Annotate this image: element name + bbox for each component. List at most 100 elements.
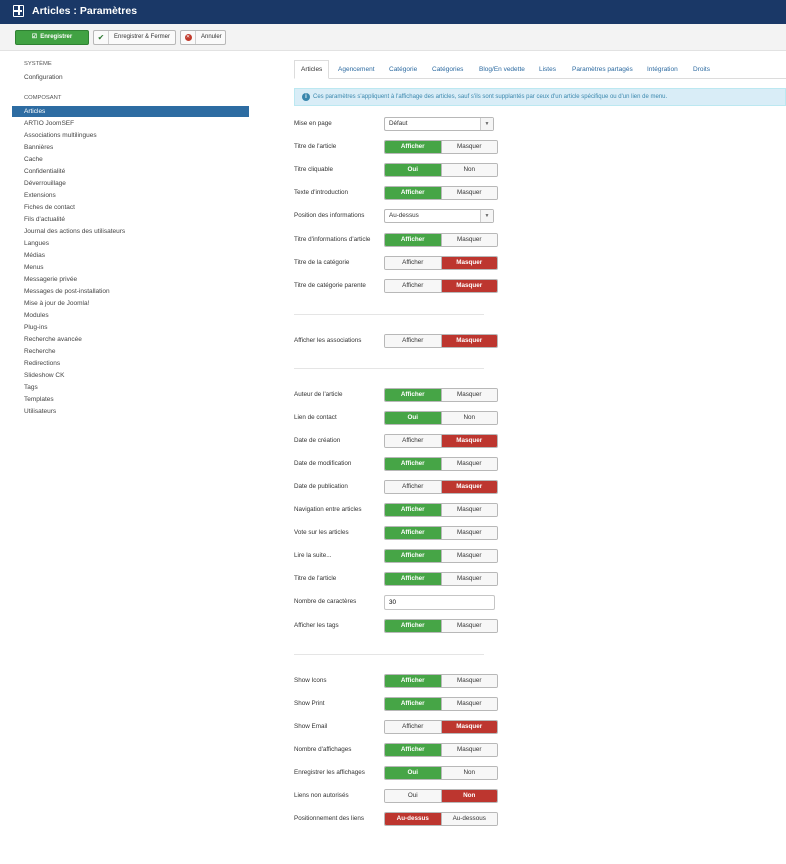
modify-date-option-off[interactable]: Masquer <box>440 458 497 470</box>
associations-option-off[interactable]: Masquer <box>440 335 497 347</box>
intro-option-off[interactable]: Masquer <box>440 187 497 199</box>
category-title-option-off[interactable]: Masquer <box>440 257 497 269</box>
sidebar-item-confidentialite[interactable]: Confidentialité <box>12 166 249 177</box>
print-option-off[interactable]: Masquer <box>440 698 497 710</box>
tags-option-off[interactable]: Masquer <box>440 620 497 632</box>
sidebar-item-modules[interactable]: Modules <box>12 310 249 321</box>
intro-option-on[interactable]: Afficher <box>385 187 441 199</box>
sidebar-item-redirections[interactable]: Redirections <box>12 358 249 369</box>
tab-agencement[interactable]: Agencement <box>338 60 375 79</box>
sidebar-item-messages-de-post-installation[interactable]: Messages de post-installation <box>12 286 249 297</box>
tab-categorie[interactable]: Catégorie <box>389 60 417 79</box>
title-option-off[interactable]: Masquer <box>440 141 497 153</box>
record-hits-option-off[interactable]: Non <box>440 767 497 779</box>
sidebar-item-recherche-avancee[interactable]: Recherche avancée <box>12 334 249 345</box>
publish-date-option-off[interactable]: Masquer <box>440 481 497 493</box>
layout-select[interactable]: Défaut ▼ <box>384 117 494 131</box>
tab-blog[interactable]: Blog/En vedette <box>479 60 525 79</box>
sidebar-item-fils-d-actualite[interactable]: Fils d'actualité <box>12 214 249 225</box>
info-title-option-on[interactable]: Afficher <box>385 234 441 246</box>
sidebar-item-fiches-de-contact[interactable]: Fiches de contact <box>12 202 249 213</box>
vote-option-on[interactable]: Afficher <box>385 527 441 539</box>
print-option-on[interactable]: Afficher <box>385 698 441 710</box>
tab-articles[interactable]: Articles <box>294 60 330 79</box>
sidebar-item-menus[interactable]: Menus <box>12 262 249 273</box>
sidebar-item-articles[interactable]: Articles <box>12 106 249 117</box>
sidebar-item-templates[interactable]: Templates <box>12 394 249 405</box>
sidebar-item-artio-joomsef[interactable]: ARTIO JoomSEF <box>12 118 249 129</box>
hits-option-off[interactable]: Masquer <box>440 744 497 756</box>
hits-toggle[interactable]: Afficher Masquer <box>384 743 498 757</box>
navigation-option-off[interactable]: Masquer <box>440 504 497 516</box>
unauth-links-option-on[interactable]: Oui <box>385 790 441 802</box>
modify-date-option-on[interactable]: Afficher <box>385 458 441 470</box>
unauth-links-toggle[interactable]: Oui Non <box>384 789 498 803</box>
urls-position-toggle[interactable]: Au-dessus Au-dessous <box>384 812 498 826</box>
create-date-toggle[interactable]: Afficher Masquer <box>384 434 498 448</box>
navigation-toggle[interactable]: Afficher Masquer <box>384 503 498 517</box>
sidebar-item-tags[interactable]: Tags <box>12 382 249 393</box>
unauth-links-option-off[interactable]: Non <box>440 790 497 802</box>
category-title-toggle[interactable]: Afficher Masquer <box>384 256 498 270</box>
tab-droits[interactable]: Droits <box>693 60 710 79</box>
publish-date-option-on[interactable]: Afficher <box>385 481 441 493</box>
publish-date-toggle[interactable]: Afficher Masquer <box>384 480 498 494</box>
info-position-select[interactable]: Au-dessus ▼ <box>384 209 494 223</box>
save-button[interactable]: ☑ Enregistrer <box>15 30 89 45</box>
readmore-option-off[interactable]: Masquer <box>440 550 497 562</box>
sidebar-item-mise-a-jour-de-joomla[interactable]: Mise à jour de Joomla! <box>12 298 249 309</box>
urls-position-option-on[interactable]: Au-dessus <box>385 813 441 825</box>
title-option-on[interactable]: Afficher <box>385 141 441 153</box>
author-option-off[interactable]: Masquer <box>440 389 497 401</box>
navigation-option-on[interactable]: Afficher <box>385 504 441 516</box>
readmore-title-toggle[interactable]: Afficher Masquer <box>384 572 498 586</box>
info-title-option-off[interactable]: Masquer <box>440 234 497 246</box>
title-toggle[interactable]: Afficher Masquer <box>384 140 498 154</box>
readmore-title-option-on[interactable]: Afficher <box>385 573 441 585</box>
vote-option-off[interactable]: Masquer <box>440 527 497 539</box>
icons-option-on[interactable]: Afficher <box>385 675 441 687</box>
sidebar-item-deverrouillage[interactable]: Déverrouillage <box>12 178 249 189</box>
modify-date-toggle[interactable]: Afficher Masquer <box>384 457 498 471</box>
vote-toggle[interactable]: Afficher Masquer <box>384 526 498 540</box>
readmore-option-on[interactable]: Afficher <box>385 550 441 562</box>
hits-option-on[interactable]: Afficher <box>385 744 441 756</box>
linked-title-option-on[interactable]: Oui <box>385 164 441 176</box>
tags-option-on[interactable]: Afficher <box>385 620 441 632</box>
info-title-toggle[interactable]: Afficher Masquer <box>384 233 498 247</box>
urls-position-option-off[interactable]: Au-dessous <box>440 813 497 825</box>
email-option-off[interactable]: Masquer <box>440 721 497 733</box>
tab-integration[interactable]: Intégration <box>647 60 678 79</box>
sidebar-item-plug-ins[interactable]: Plug-ins <box>12 322 249 333</box>
associations-toggle[interactable]: Afficher Masquer <box>384 334 498 348</box>
parent-title-option-off[interactable]: Masquer <box>440 280 497 292</box>
print-toggle[interactable]: Afficher Masquer <box>384 697 498 711</box>
category-title-option-on[interactable]: Afficher <box>385 257 441 269</box>
tab-shared[interactable]: Paramètres partagés <box>572 60 633 79</box>
sidebar-item-cache[interactable]: Cache <box>12 154 249 165</box>
record-hits-toggle[interactable]: Oui Non <box>384 766 498 780</box>
readmore-title-option-off[interactable]: Masquer <box>440 573 497 585</box>
char-count-input[interactable] <box>384 595 495 610</box>
email-toggle[interactable]: Afficher Masquer <box>384 720 498 734</box>
email-option-on[interactable]: Afficher <box>385 721 441 733</box>
create-date-option-off[interactable]: Masquer <box>440 435 497 447</box>
contact-link-option-off[interactable]: Non <box>440 412 497 424</box>
parent-title-option-on[interactable]: Afficher <box>385 280 441 292</box>
sidebar-item-utilisateurs[interactable]: Utilisateurs <box>12 406 249 417</box>
sidebar-item-slideshow-ck[interactable]: Slideshow CK <box>12 370 249 381</box>
cancel-button[interactable]: ✕ Annuler <box>180 30 226 45</box>
contact-link-option-on[interactable]: Oui <box>385 412 441 424</box>
linked-title-toggle[interactable]: Oui Non <box>384 163 498 177</box>
author-option-on[interactable]: Afficher <box>385 389 441 401</box>
sidebar-item-bannieres[interactable]: Bannières <box>12 142 249 153</box>
readmore-toggle[interactable]: Afficher Masquer <box>384 549 498 563</box>
record-hits-option-on[interactable]: Oui <box>385 767 441 779</box>
tab-listes[interactable]: Listes <box>539 60 556 79</box>
sidebar-item-journal-des-actions-des-utilisateurs[interactable]: Journal des actions des utilisateurs <box>12 226 249 237</box>
intro-toggle[interactable]: Afficher Masquer <box>384 186 498 200</box>
create-date-option-on[interactable]: Afficher <box>385 435 441 447</box>
author-toggle[interactable]: Afficher Masquer <box>384 388 498 402</box>
sidebar-item-recherche[interactable]: Recherche <box>12 346 249 357</box>
sidebar-item-associations-multilingues[interactable]: Associations multilingues <box>12 130 249 141</box>
